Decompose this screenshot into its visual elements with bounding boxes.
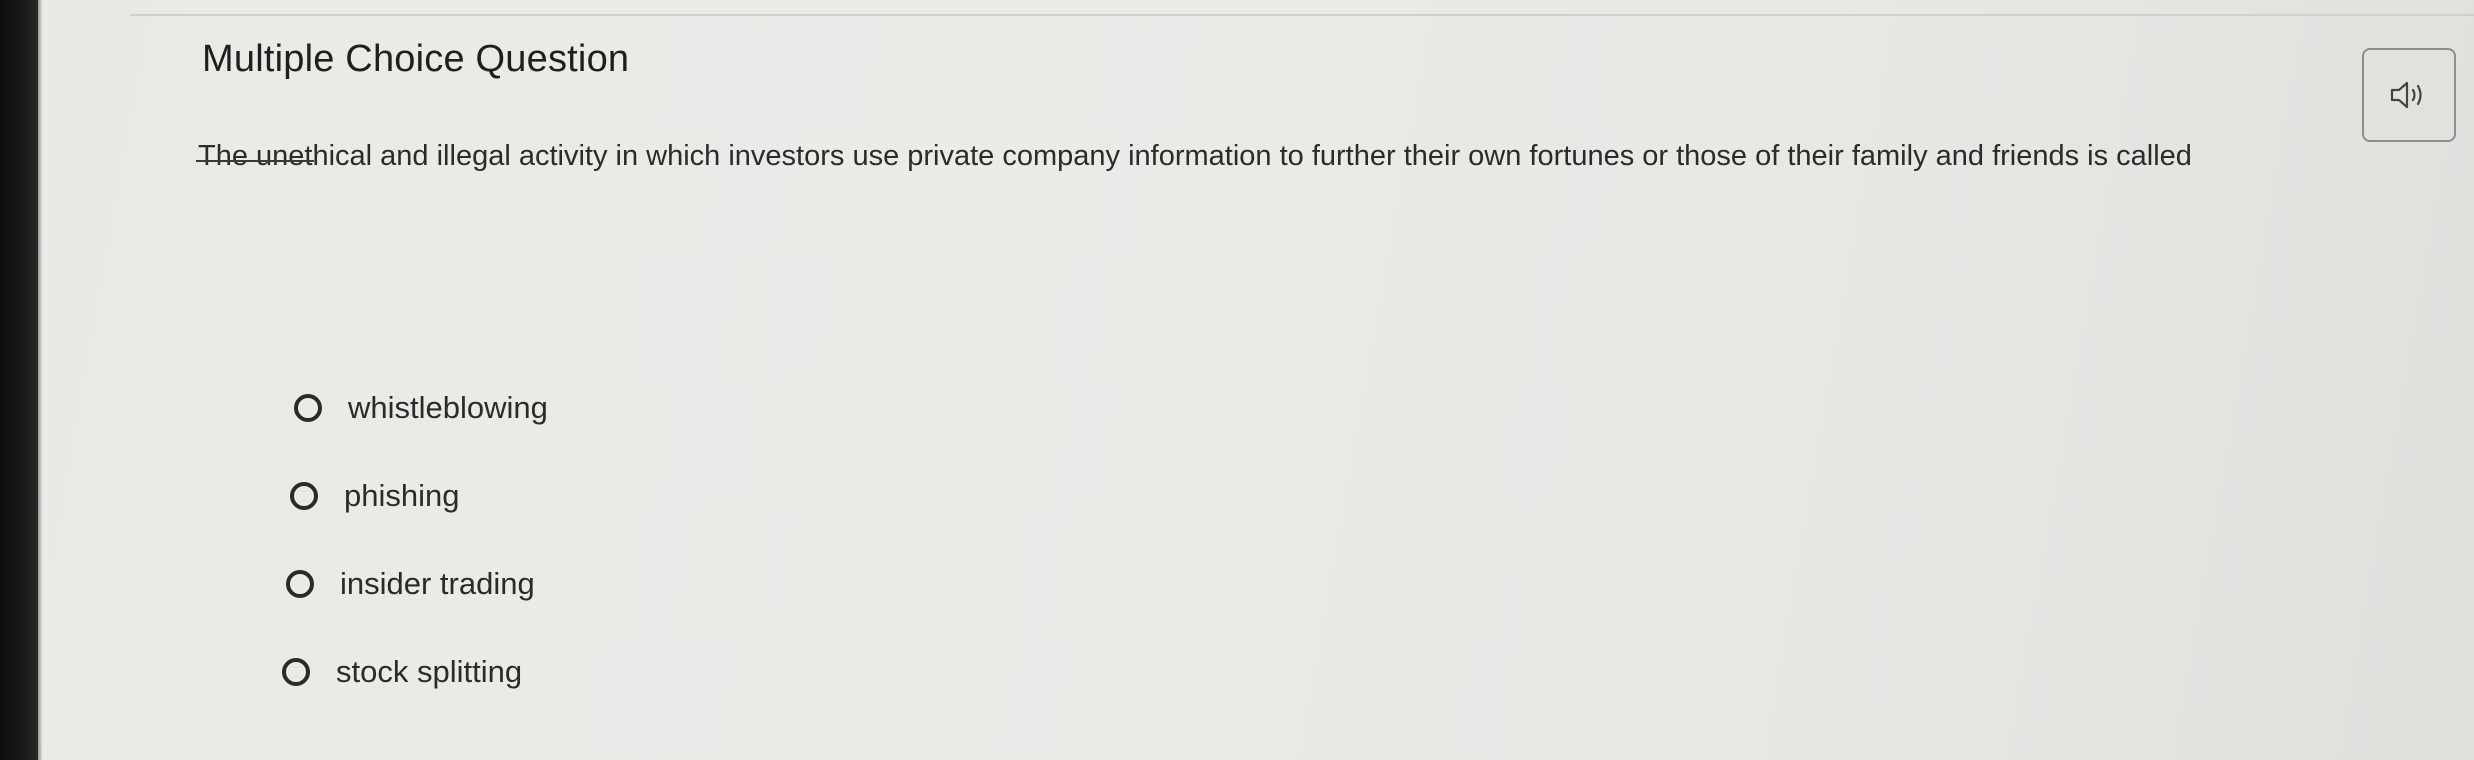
answer-blank [196,160,314,162]
option-label: stock splitting [336,654,523,689]
radio-button[interactable] [282,658,310,686]
option-stock-splitting[interactable]: stock splitting [282,654,522,690]
option-insider-trading[interactable]: insider trading [286,566,535,602]
radio-button[interactable] [290,482,318,510]
option-whistleblowing[interactable]: whistleblowing [294,390,548,426]
speaker-icon [2390,81,2422,109]
question-prompt: The unethical and illegal activity in wh… [198,140,2192,172]
option-label: insider trading [340,566,535,601]
radio-button[interactable] [286,570,314,598]
option-label: whistleblowing [348,390,548,425]
screen-edge [38,0,42,760]
radio-button[interactable] [294,394,322,422]
read-aloud-button[interactable] [2362,48,2456,142]
question-type-heading: Multiple Choice Question [202,38,630,80]
top-divider [130,14,2474,16]
option-phishing[interactable]: phishing [290,478,459,514]
option-label: phishing [344,478,460,513]
monitor-bezel [0,0,38,760]
